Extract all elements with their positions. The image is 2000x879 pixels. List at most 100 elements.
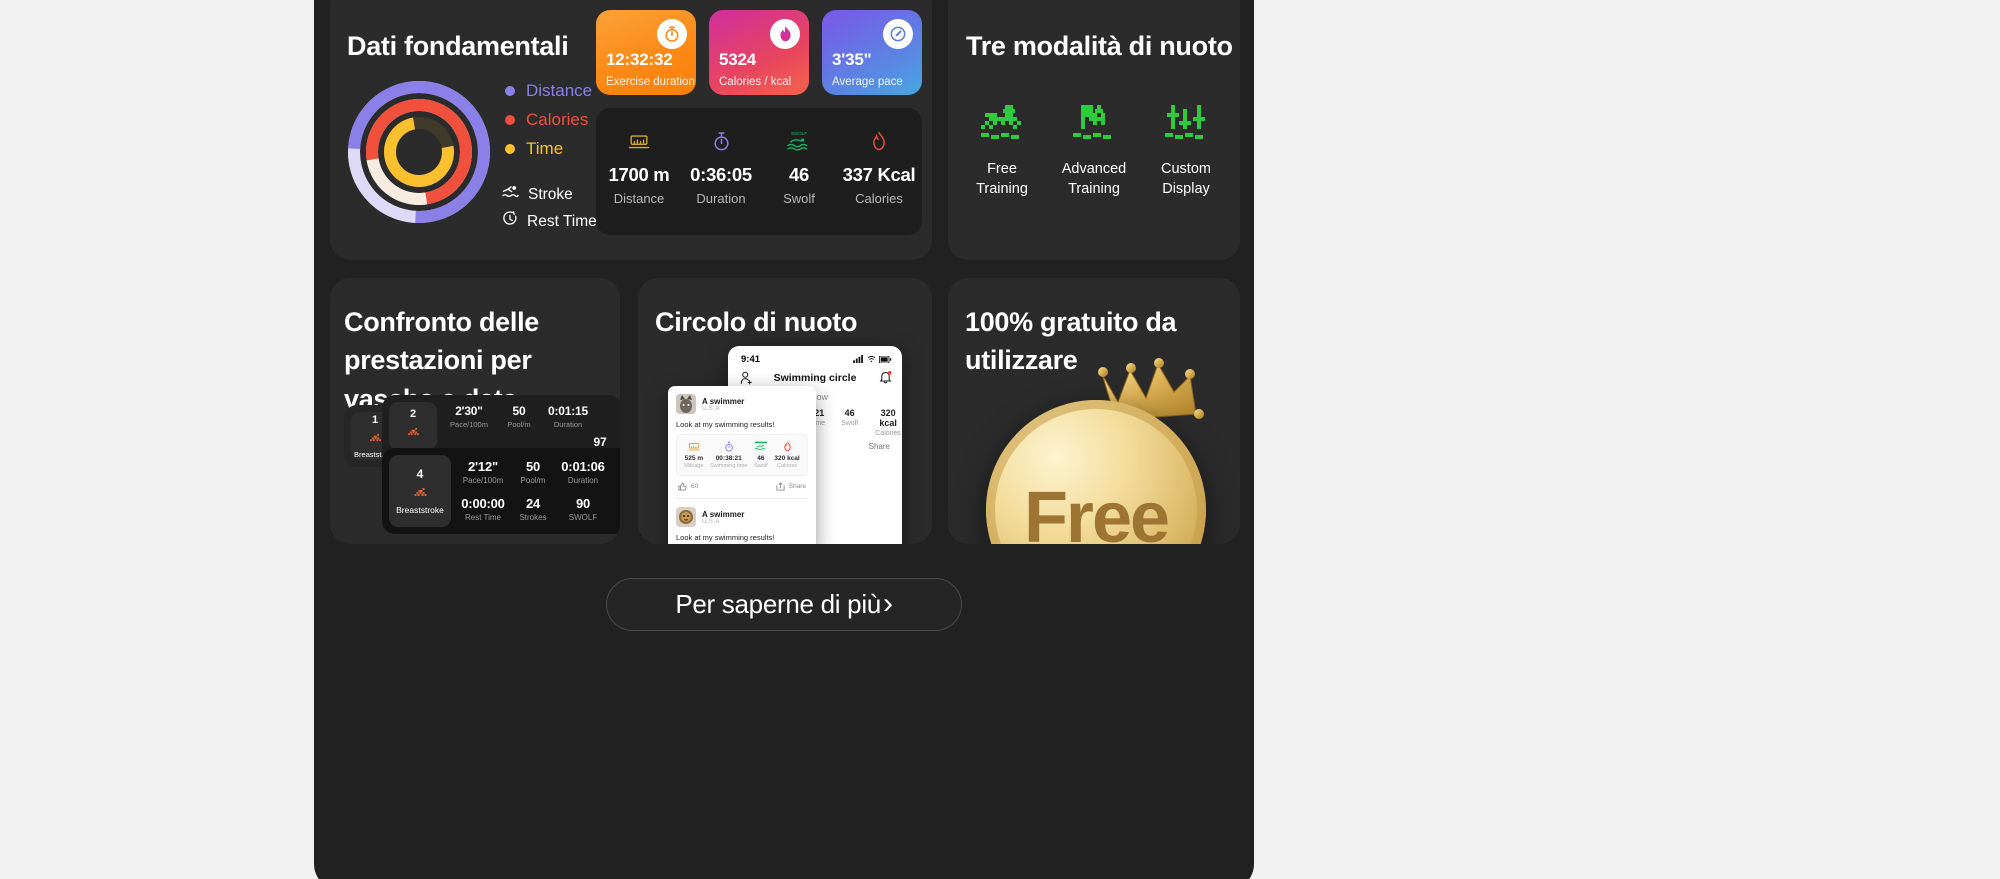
avatar <box>676 507 696 527</box>
post-actions: 60 Share <box>676 476 808 499</box>
lap-stat-label: Duration <box>567 476 599 485</box>
panel-swimming-circle: Circolo di nuoto 9:41 Swimming circle 46… <box>638 278 932 544</box>
swim-mode-label-line2: Training <box>1068 180 1120 197</box>
post-stat-value: 320 kcal <box>774 455 800 462</box>
lap-card[interactable]: 4 Breaststroke 2'12" Pace/100m 50 Pool/m… <box>382 448 620 534</box>
lap-number: 4 <box>416 466 424 481</box>
legend-label-distance: Distance <box>526 80 593 100</box>
like-button[interactable]: 60 <box>678 482 698 491</box>
post-location: U.S.A <box>702 405 720 412</box>
phone-app-title: Swimming circle <box>773 372 857 384</box>
clock-icon <box>502 210 518 232</box>
panel-swimming-circle-title: Circolo di nuoto <box>655 307 858 337</box>
lap-stat-label: Pace/100m <box>462 476 504 485</box>
panel-swim-modes-title: Tre modalità di nuoto <box>966 31 1233 61</box>
stopwatch-icon <box>710 441 747 452</box>
lap-stat-value: 97 <box>593 435 607 449</box>
svg-text:SWOLF: SWOLF <box>791 131 807 136</box>
legend-dot-distance <box>505 85 515 96</box>
panel-swim-modes: Tre modalità di nuoto Free Training Adva… <box>948 0 1240 260</box>
lap-stat-label: Pool/m <box>520 476 546 485</box>
breaststroke-icon <box>413 484 428 502</box>
learn-more-button[interactable]: Per saperne di più › <box>606 578 962 631</box>
lap-stat-label: SWOLF <box>568 513 598 522</box>
swim-mode-custom-display[interactable]: Custom Display <box>1140 96 1232 199</box>
stat-card-value: 12:32:32 <box>606 50 673 69</box>
stat-card-average-pace[interactable]: 3'35" Average pace <box>822 10 922 95</box>
legend-item-rest-time: Rest Time <box>502 208 597 235</box>
summary-stat-distance: 1700 m Distance <box>598 128 680 206</box>
lap-stat-value: 0:00:00 <box>461 496 505 511</box>
post-stat-label: Calories <box>776 463 798 469</box>
stat-card-value: 3'35" <box>832 50 872 69</box>
thumbs-up-icon <box>678 482 687 491</box>
swim-mode-label: Free Training <box>956 160 1048 199</box>
ruler-icon <box>598 128 680 154</box>
swim-mode-label-line1: Custom <box>1161 161 1211 177</box>
phone-kpi-value: 320 kcal <box>879 408 897 428</box>
legend-label-time: Time <box>526 138 564 158</box>
chevron-right-icon: › <box>882 586 893 620</box>
swim-modes-list: Free Training Advanced Training Custom D… <box>956 96 1232 199</box>
lap-stat-value: 24 <box>525 496 541 511</box>
phone-kpi-value: 46 <box>844 408 855 418</box>
lap-stat-label: Duration <box>553 420 583 429</box>
ruler-icon <box>684 441 703 452</box>
lap-stat-value: 2'12" <box>468 459 498 474</box>
post-stat-label: Swolf <box>754 463 768 469</box>
feed-post: A swimmer U.S.A Look at my swimming resu… <box>668 386 816 499</box>
summary-stat-calories: 337 Kcal Calories <box>838 128 920 206</box>
post-identity: A swimmer U.S.A <box>702 397 744 412</box>
swim-mode-free-training[interactable]: Free Training <box>956 96 1048 199</box>
legend-label-rest-time: Rest Time <box>527 212 597 230</box>
swolf-icon <box>754 441 768 452</box>
lap-stat-value: 2'30" <box>455 404 483 418</box>
feed-post: A swimmer U.S.A Look at my swimming resu… <box>668 499 816 544</box>
stopwatch-icon <box>680 128 762 154</box>
lap-card-identity: 4 Breaststroke <box>389 455 451 527</box>
lap-stat-value: 50 <box>512 404 526 418</box>
lap-stat-value: 90 <box>575 496 591 511</box>
summary-stat-label: Duration <box>696 191 746 206</box>
page-root: Dati fondamentali Distance Calories Time <box>0 0 2000 879</box>
lap-stat: 0:01:06 Duration <box>554 459 612 485</box>
like-count: 60 <box>691 483 699 490</box>
stat-card-calories[interactable]: 5324 Calories / kcal <box>709 10 809 95</box>
avatar <box>676 394 696 414</box>
flame-icon <box>774 441 799 452</box>
summary-stat-swolf: SWOLF 46 Swolf <box>758 128 840 206</box>
lap-stat: 0:00:00 Rest Time <box>454 496 512 522</box>
swimmer-icon <box>502 185 519 204</box>
panel-basic-data: Dati fondamentali Distance Calories Time <box>330 0 932 260</box>
post-stat-value: 525 m <box>684 455 704 462</box>
free-medal-graphic: Free <box>986 356 1216 544</box>
legend-dot-time <box>505 143 515 154</box>
legend-item-stroke: Stroke <box>502 181 597 208</box>
post-stat-value: 00:38:21 <box>715 455 742 462</box>
legend-item-distance: Distance <box>505 76 592 105</box>
post-stat: 320 kcal Calories <box>774 441 800 469</box>
post-location: U.S.A <box>702 518 720 525</box>
panel-basic-data-title: Dati fondamentali <box>347 31 569 61</box>
notification-bell-icon[interactable] <box>879 370 892 389</box>
phone-kpi-row: ...21 ...time 46 Swolf 320 kcal Calories <box>806 408 902 437</box>
lap-stat: 0:01:15 Duration <box>540 404 596 429</box>
share-button[interactable]: Share <box>776 482 806 491</box>
lap-stat-value: 50 <box>525 459 541 474</box>
phone-kpi: 46 Swolf <box>841 408 858 437</box>
lap-stat: 2'30" Pace/100m <box>440 404 498 429</box>
share-button[interactable]: Share <box>869 442 890 451</box>
pixel-flag-swimmer-icon <box>1048 96 1140 150</box>
lap-card-identity: 2 <box>389 402 437 450</box>
stat-card-exercise-duration[interactable]: 12:32:32 Exercise duration <box>596 10 696 95</box>
status-bar-icons <box>853 355 892 363</box>
summary-stat-value: 1700 m <box>608 164 670 185</box>
panel-lap-comparison: Confronto delle prestazioni per vasche e… <box>330 278 620 544</box>
post-identity: A swimmer U.S.A <box>702 510 744 525</box>
legend-item-calories: Calories <box>505 105 592 134</box>
swim-mode-label-line1: Free <box>987 161 1017 177</box>
swim-mode-label-line2: Display <box>1162 180 1210 197</box>
summary-stat-label: Distance <box>613 191 665 206</box>
swim-mode-advanced-training[interactable]: Advanced Training <box>1048 96 1140 199</box>
summary-stat-label: Calories <box>855 191 903 206</box>
